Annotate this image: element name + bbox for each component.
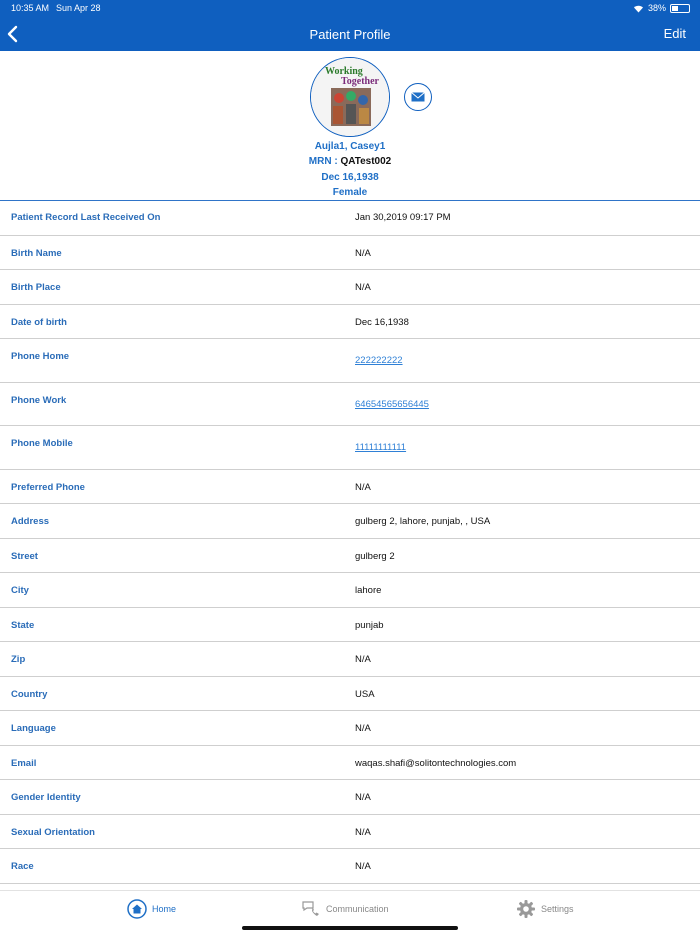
chat-phone-icon — [302, 901, 319, 916]
field-value: gulberg 2, lahore, punjab, , USA — [355, 516, 491, 527]
field-value: lahore — [355, 585, 382, 596]
field-label: Country — [11, 689, 48, 700]
field-value: Dec 16,1938 — [355, 317, 409, 328]
field-label: Gender Identity — [11, 792, 81, 803]
mrn-label: MRN : — [308, 156, 338, 167]
field-label: Phone Mobile — [11, 438, 73, 449]
status-time: 10:35 AM — [11, 3, 50, 13]
tab-settings[interactable]: Settings — [516, 898, 574, 920]
tab-home-label: Home — [152, 904, 177, 914]
wifi-icon — [633, 5, 643, 12]
table-row: City lahore — [0, 573, 700, 608]
field-label: Language — [11, 723, 56, 734]
table-row: Address gulberg 2, lahore, punjab, , USA — [0, 504, 700, 539]
page-title: Patient Profile — [309, 27, 391, 42]
field-label: City — [11, 585, 29, 596]
tab-communication[interactable]: Communication — [301, 898, 389, 920]
table-row: Phone Work 64654565656445 — [0, 383, 700, 426]
field-value: N/A — [355, 482, 371, 493]
home-icon — [127, 899, 147, 919]
table-row: State punjab — [0, 608, 700, 642]
field-value: N/A — [355, 248, 371, 259]
field-value: N/A — [355, 654, 371, 665]
field-label: Street — [11, 551, 38, 562]
field-label: Zip — [11, 654, 26, 665]
field-label: Date of birth — [11, 317, 67, 328]
tab-settings-label: Settings — [541, 904, 574, 914]
table-row: Patient Record Last Received On Jan 30,2… — [0, 201, 700, 236]
tab-home[interactable]: Home — [127, 898, 176, 920]
phone-home-link[interactable]: 222222222 — [355, 355, 403, 366]
field-value: gulberg 2 — [355, 551, 395, 562]
field-label: Address — [11, 516, 50, 527]
patient-dob: Dec 16,1938 — [321, 172, 379, 183]
edit-button[interactable]: Edit — [664, 26, 686, 41]
gear-icon — [517, 900, 535, 918]
patient-mrn: MRN : QATest002 — [0, 156, 700, 167]
field-label: Phone Work — [11, 395, 67, 406]
table-row: Sexual Orientation N/A — [0, 815, 700, 849]
patient-name: Aujla1, Casey1 — [314, 141, 386, 152]
field-value: N/A — [355, 792, 371, 803]
phone-mobile-link[interactable]: 11111111111 — [355, 442, 406, 453]
top-bar: 10:35 AM Sun Apr 28 38% Patient Profile … — [0, 0, 700, 51]
table-row: Email waqas.shafi@solitontechnologies.co… — [0, 746, 700, 780]
profile-header: Working Together Aujla1, Casey1 MRN : QA… — [0, 51, 700, 200]
envelope-icon — [411, 92, 425, 102]
field-value: N/A — [355, 861, 371, 872]
field-value: waqas.shafi@solitontechnologies.com — [355, 758, 517, 769]
field-label: Race — [11, 861, 34, 872]
table-row: Date of birth Dec 16,1938 — [0, 305, 700, 339]
avatar-text-2: Together — [341, 76, 380, 87]
field-label: Birth Place — [11, 282, 61, 293]
field-label: Sexual Orientation — [11, 827, 95, 838]
table-row: Birth Name N/A — [0, 236, 700, 270]
patient-details-list: Patient Record Last Received On Jan 30,2… — [0, 201, 700, 884]
field-label: Birth Name — [11, 248, 62, 259]
table-row: Zip N/A — [0, 642, 700, 677]
nav-bar: Patient Profile Edit — [0, 22, 700, 46]
avatar-image: Working Together — [311, 58, 389, 136]
field-label: Preferred Phone — [11, 482, 85, 493]
table-row: Race N/A — [0, 849, 700, 884]
field-value: USA — [355, 689, 375, 700]
email-button[interactable] — [404, 83, 432, 111]
field-label: Phone Home — [11, 351, 70, 362]
field-label: Patient Record Last Received On — [11, 212, 161, 223]
field-value: N/A — [355, 282, 371, 293]
field-value: punjab — [355, 620, 384, 631]
table-row: Phone Mobile 11111111111 — [0, 426, 700, 470]
table-row: Street gulberg 2 — [0, 539, 700, 573]
field-value: N/A — [355, 723, 371, 734]
table-row: Phone Home 222222222 — [0, 339, 700, 383]
table-row: Preferred Phone N/A — [0, 470, 700, 504]
patient-gender: Female — [332, 187, 368, 198]
status-bar: 10:35 AM Sun Apr 28 38% — [0, 3, 700, 17]
phone-work-link[interactable]: 64654565656445 — [355, 399, 429, 410]
status-date: Sun Apr 28 — [56, 3, 101, 13]
battery-icon — [670, 3, 690, 13]
mrn-value: QATest002 — [340, 156, 392, 167]
battery-percent: 38% — [647, 3, 666, 13]
tab-communication-label: Communication — [326, 904, 389, 914]
field-value: N/A — [355, 827, 371, 838]
table-row: Country USA — [0, 677, 700, 711]
table-row: Birth Place N/A — [0, 270, 700, 305]
avatar[interactable]: Working Together — [310, 57, 390, 137]
home-indicator[interactable] — [242, 926, 458, 930]
tab-bar: Home Communication Settings — [0, 890, 700, 934]
field-label: Email — [11, 758, 37, 769]
status-right: 38% — [633, 3, 690, 13]
field-value: Jan 30,2019 09:17 PM — [355, 212, 451, 223]
table-row: Language N/A — [0, 711, 700, 746]
field-label: State — [11, 620, 35, 631]
table-row: Gender Identity N/A — [0, 780, 700, 815]
